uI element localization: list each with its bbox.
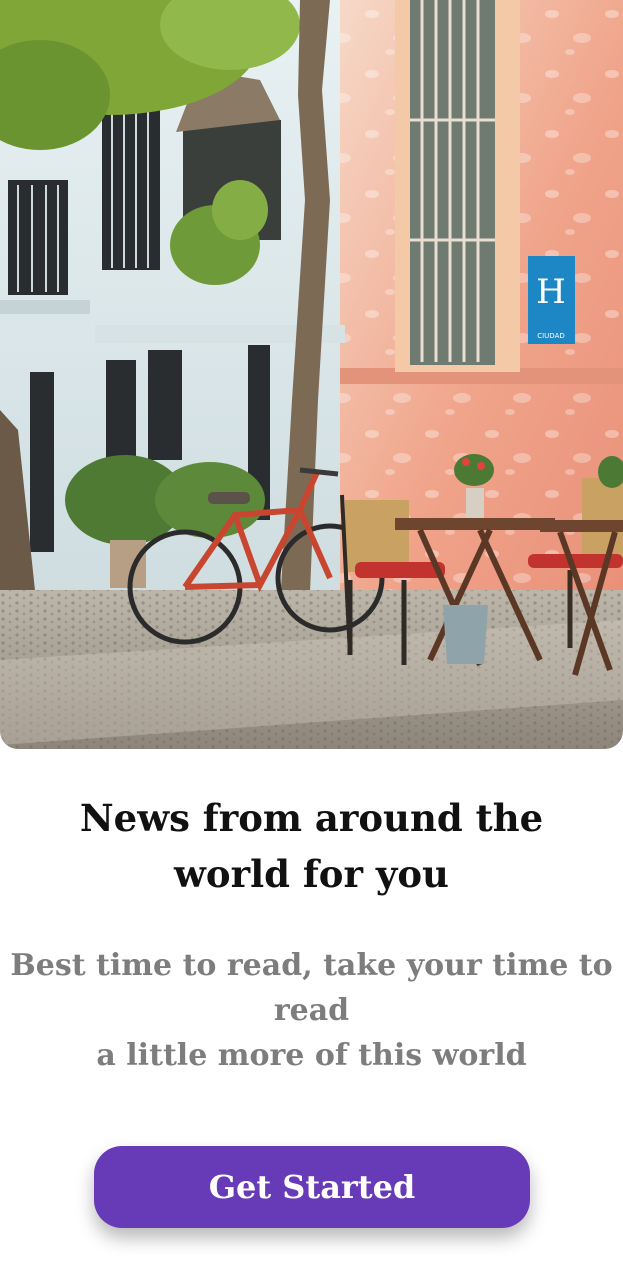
subtitle-line-2: a little more of this world	[96, 1038, 527, 1073]
hotel-sign-caption: CIUDAD	[537, 332, 565, 340]
get-started-button[interactable]: Get Started	[94, 1146, 530, 1228]
hero-image: H CIUDAD	[0, 0, 623, 749]
page-subtitle: Best time to read, take your time to rea…	[8, 943, 615, 1078]
page-title: News from around the world for you	[79, 796, 544, 896]
hotel-sign-letter: H	[536, 272, 566, 312]
onboarding-screen: H CIUDAD News from around the world for …	[0, 0, 623, 1280]
subtitle-line-1: Best time to read, take your time to rea…	[10, 948, 613, 1028]
